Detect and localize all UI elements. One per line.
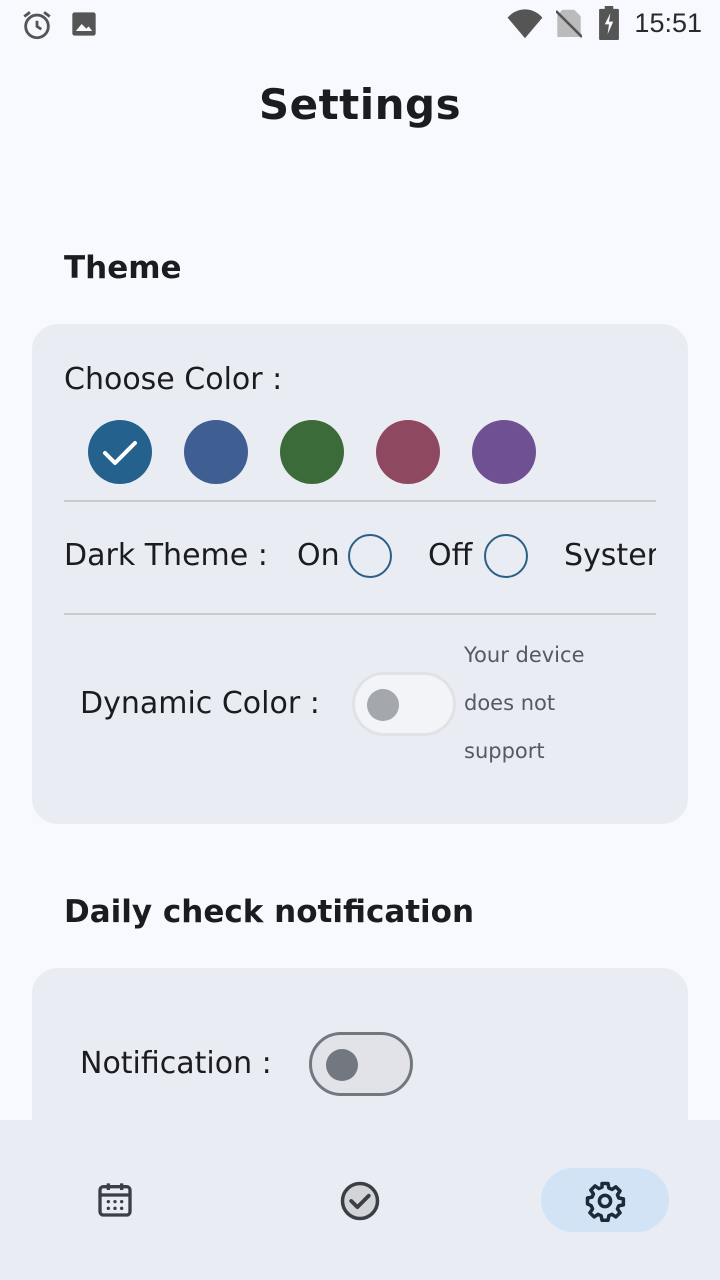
- notification-switch[interactable]: [309, 1032, 413, 1096]
- notification-label: Notification :: [80, 1046, 272, 1081]
- battery-charging-icon: [599, 6, 619, 40]
- choose-color-label: Choose Color :: [64, 362, 283, 397]
- color-swatch-5[interactable]: [472, 420, 536, 484]
- divider: [64, 500, 656, 502]
- dark-theme-off-radio[interactable]: [484, 534, 528, 578]
- calendar-icon: [98, 1183, 132, 1217]
- checkmark-icon: [103, 441, 137, 465]
- switch-knob: [326, 1049, 358, 1081]
- wifi-icon: [507, 9, 543, 39]
- nav-check[interactable]: [339, 1180, 381, 1226]
- dark-theme-on-radio[interactable]: [348, 534, 392, 578]
- switch-knob: [367, 689, 399, 721]
- nav-calendar[interactable]: [95, 1180, 135, 1224]
- nav-settings[interactable]: [584, 1180, 626, 1226]
- dynamic-color-note-line-1: Your device: [464, 643, 585, 667]
- dynamic-color-note-line-2: does not: [464, 691, 556, 715]
- status-bar: 15:51: [0, 0, 720, 50]
- check-circle-icon: [340, 1181, 380, 1221]
- dynamic-color-note-line-3: support: [464, 739, 545, 763]
- notification-section-title: Daily check notification: [64, 894, 475, 930]
- dark-theme-system-label: Syster: [564, 538, 656, 573]
- status-time: 15:51: [634, 8, 702, 38]
- image-icon: [72, 12, 96, 36]
- settings-icon: [585, 1181, 626, 1222]
- no-sim-icon: [556, 9, 582, 38]
- bottom-navigation: [0, 1120, 720, 1280]
- dynamic-color-label: Dynamic Color :: [80, 686, 320, 721]
- theme-section-title: Theme: [64, 250, 182, 286]
- color-swatch-4[interactable]: [376, 420, 440, 484]
- dark-theme-on-label: On: [297, 538, 340, 573]
- color-swatch-2[interactable]: [184, 420, 248, 484]
- theme-card: Choose Color : Dark Theme : On Off Syste…: [32, 324, 688, 824]
- page-title: Settings: [258, 80, 462, 129]
- color-swatch-3[interactable]: [280, 420, 344, 484]
- divider: [64, 613, 656, 615]
- color-swatch-1[interactable]: [88, 420, 152, 484]
- alarm-icon: [23, 11, 51, 40]
- dynamic-color-switch[interactable]: [352, 672, 456, 736]
- dark-theme-off-label: Off: [428, 538, 473, 573]
- dark-theme-label: Dark Theme :: [64, 538, 268, 573]
